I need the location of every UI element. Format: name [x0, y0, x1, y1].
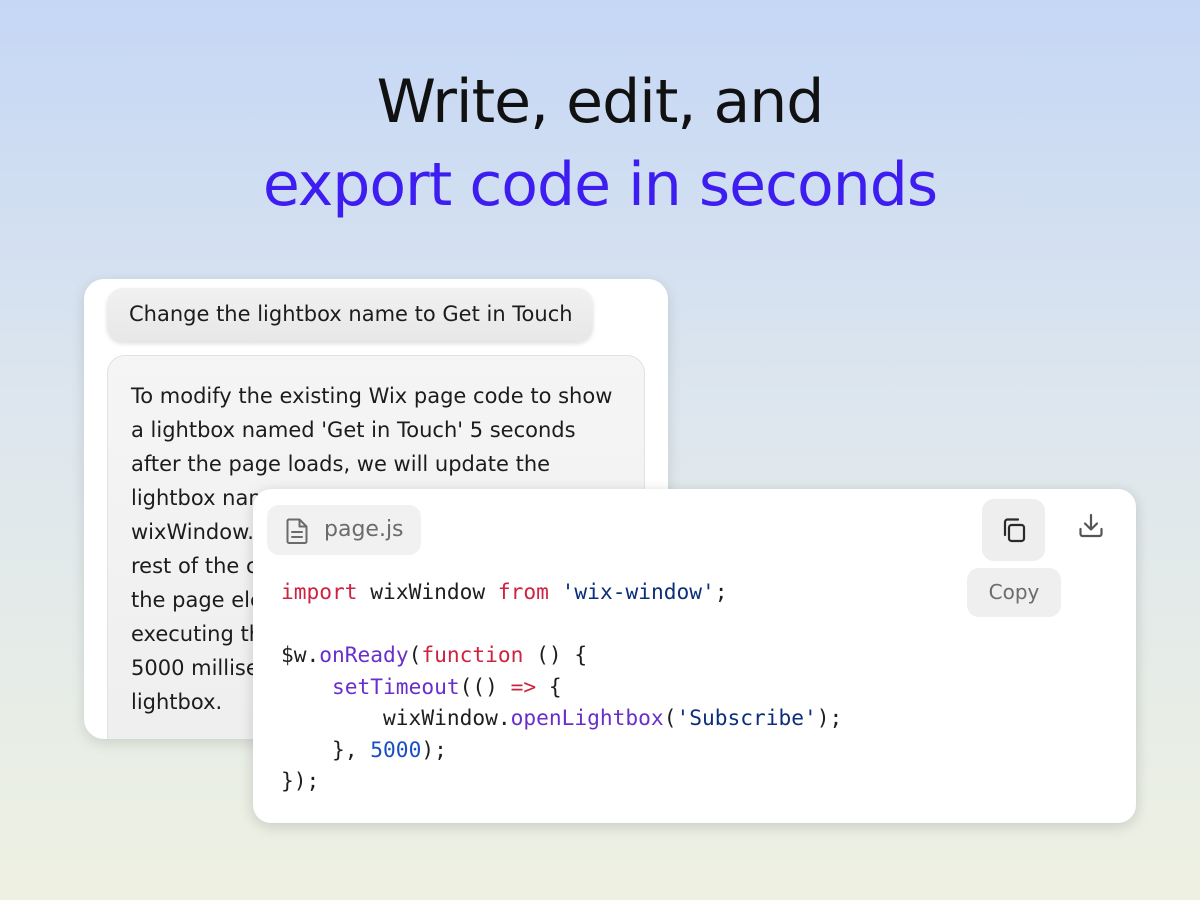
- code-token: ;: [714, 579, 728, 604]
- download-button[interactable]: [1073, 508, 1109, 544]
- code-token: $w.: [281, 642, 320, 667]
- code-panel: page.js Copy import wixWindow from 'wix-…: [253, 489, 1136, 823]
- code-token: wixWindow: [357, 579, 498, 604]
- headline-line-2: export code in seconds: [262, 150, 938, 220]
- code-token: },: [281, 736, 371, 762]
- assistant-message-line: rest of the c: [131, 554, 258, 578]
- assistant-message-line: wixWindow.: [131, 520, 254, 544]
- code-token: 'wix-window': [561, 579, 715, 604]
- code-token: {: [536, 673, 562, 699]
- code-token: });: [281, 768, 320, 793]
- code-token: );: [421, 736, 447, 762]
- code-token: from: [497, 579, 549, 604]
- code-token: onReady: [319, 642, 409, 667]
- assistant-message-line: 5000 millise: [131, 656, 259, 680]
- code-line: $w.onReady(function () {: [281, 639, 842, 671]
- assistant-message-line: executing th: [131, 622, 263, 646]
- download-icon: [1079, 513, 1103, 538]
- copy-button[interactable]: [982, 499, 1045, 561]
- assistant-message-line: after the page loads, we will update the: [131, 452, 551, 476]
- code-token: wixWindow.: [281, 705, 511, 730]
- code-token: openLightbox: [510, 705, 664, 730]
- code-line: wixWindow.openLightbox('Subscribe');: [281, 702, 842, 734]
- copy-tooltip: Copy: [967, 568, 1061, 617]
- assistant-message-line: a lightbox named 'Get in Touch' 5 second…: [131, 418, 576, 442]
- user-message-bubble: Change the lightbox name to Get in Touch: [107, 288, 593, 342]
- assistant-message-line: lightbox nam: [131, 486, 269, 510]
- code-token: setTimeout: [332, 673, 460, 699]
- code-token: 5000: [370, 736, 422, 762]
- code-token: () {: [523, 642, 588, 667]
- assistant-message-line: lightbox.: [131, 690, 223, 714]
- code-line: });: [281, 765, 842, 797]
- code-token: import: [281, 579, 358, 604]
- code-block: import wixWindow from 'wix-window';​$w.o…: [281, 576, 842, 797]
- file-name: page.js: [324, 517, 404, 542]
- headline-line-1: Write, edit, and: [376, 67, 825, 137]
- code-token: 'Subscribe': [676, 705, 817, 730]
- code-token: (: [408, 642, 422, 667]
- code-token: (: [663, 705, 677, 730]
- assistant-message-line: the page ele: [131, 588, 263, 612]
- code-line: }, 5000);: [281, 734, 842, 766]
- code-token: ((): [459, 673, 511, 699]
- code-line: setTimeout(() => {: [281, 671, 842, 703]
- document-icon: [286, 518, 308, 544]
- code-line: import wixWindow from 'wix-window';: [281, 576, 842, 608]
- file-tab[interactable]: page.js: [267, 505, 421, 555]
- copy-icon: [1003, 518, 1026, 543]
- code-token: );: [816, 705, 843, 730]
- code-line: ​: [281, 608, 842, 640]
- assistant-message-line: To modify the existing Wix page code to …: [131, 384, 613, 408]
- code-token: =>: [510, 673, 537, 699]
- code-token: function: [421, 642, 524, 667]
